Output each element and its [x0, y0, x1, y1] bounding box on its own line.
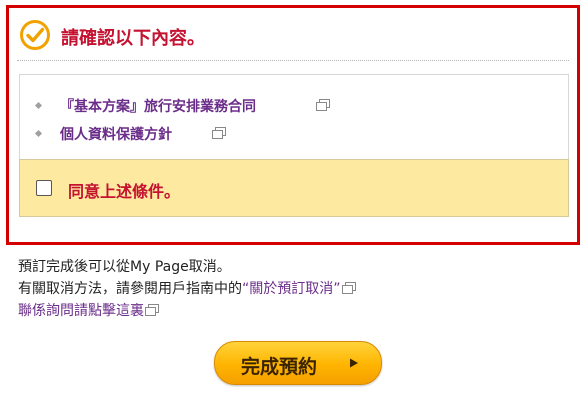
- check-circle-icon: [20, 20, 50, 50]
- privacy-policy-link[interactable]: 個人資料保護方針: [60, 124, 172, 144]
- cancel-method-text: 有關取消方法，請參閱用戶指南中的: [18, 281, 242, 297]
- confirmation-panel: 請確認以下內容。 『基本方案』旅行安排業務合同 個人資料保護方針 同意上述條件。: [6, 5, 580, 245]
- cancellation-guide-link[interactable]: “關於預訂取消”: [242, 281, 341, 297]
- agreement-row: 同意上述條件。: [19, 159, 569, 217]
- new-window-icon[interactable]: [212, 127, 226, 139]
- travel-contract-link[interactable]: 『基本方案』旅行安排業務合同: [60, 96, 256, 116]
- new-window-icon[interactable]: [316, 99, 330, 111]
- complete-booking-button[interactable]: 完成預約: [214, 341, 382, 385]
- cancellation-info: 預訂完成後可以從My Page取消。 有關取消方法，請參閱用戶指南中的“關於預訂…: [18, 256, 356, 322]
- agree-checkbox[interactable]: [36, 180, 52, 196]
- info-line-my-page: 預訂完成後可以從My Page取消。: [18, 259, 231, 275]
- bullet-icon: [34, 129, 43, 138]
- confirmation-title: 請確認以下內容。: [61, 28, 205, 49]
- new-window-icon[interactable]: [145, 304, 159, 316]
- contact-link[interactable]: 聯係詢問請點擊這裏: [18, 303, 144, 319]
- confirmation-header: 請確認以下內容。: [17, 16, 569, 61]
- agree-label[interactable]: 同意上述條件。: [68, 178, 180, 202]
- play-arrow-icon: [350, 358, 358, 368]
- document-list: 『基本方案』旅行安排業務合同 個人資料保護方針: [19, 74, 569, 159]
- new-window-icon[interactable]: [341, 282, 356, 294]
- info-line-contact: 聯係詢問請點擊這裏: [18, 300, 356, 322]
- bullet-icon: [34, 101, 43, 110]
- info-line-cancel-method: 有關取消方法，請參閱用戶指南中的“關於預訂取消”: [18, 278, 356, 300]
- complete-booking-label: 完成預約: [241, 356, 318, 378]
